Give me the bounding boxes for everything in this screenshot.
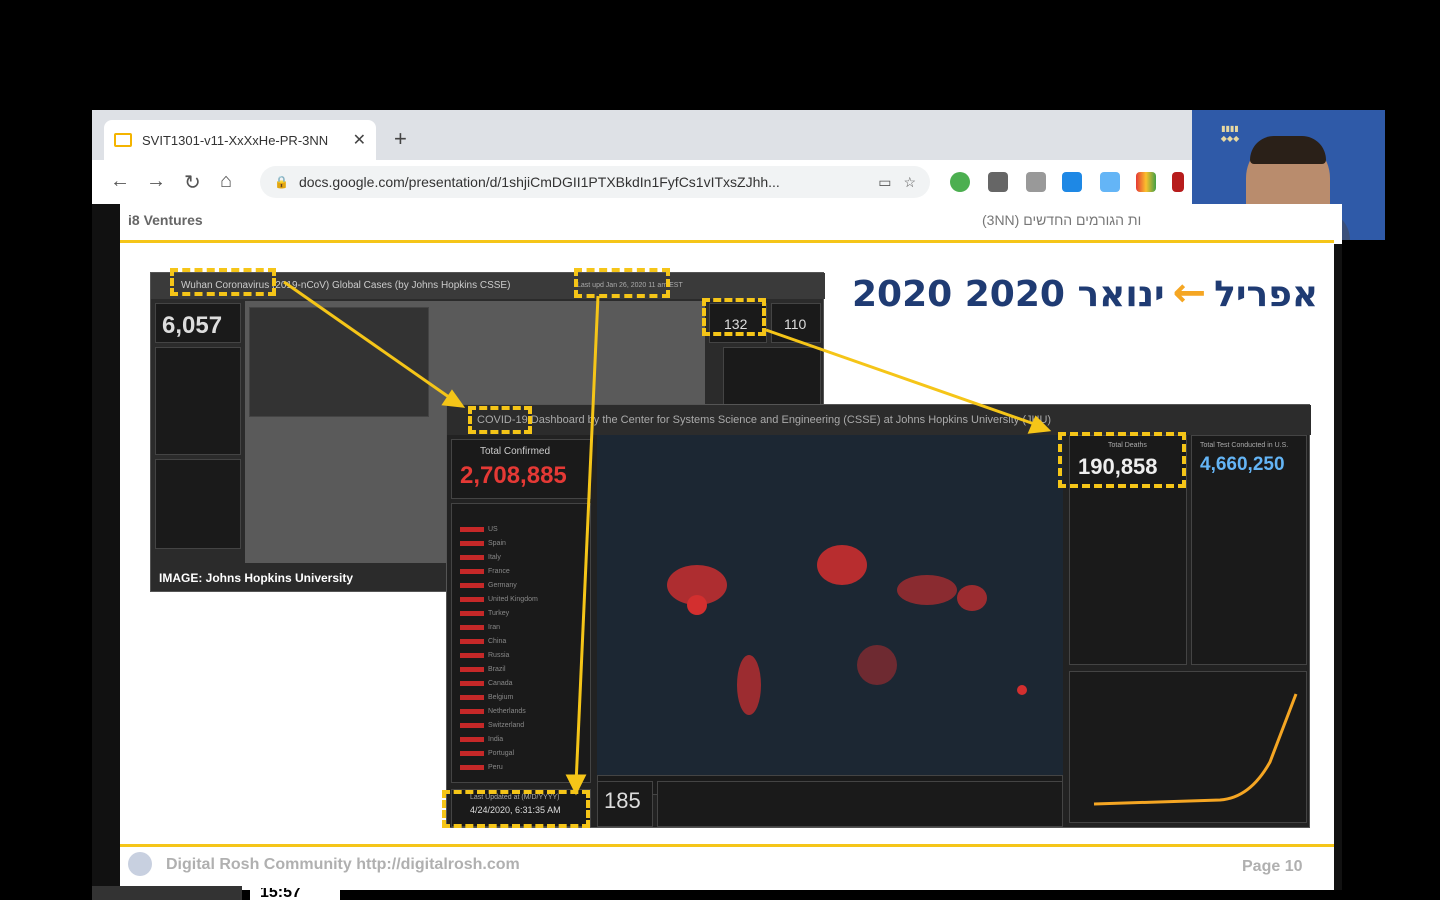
connector-arrows (283, 280, 1052, 796)
taskbar (92, 886, 242, 900)
clock: 15:57 (250, 888, 340, 900)
